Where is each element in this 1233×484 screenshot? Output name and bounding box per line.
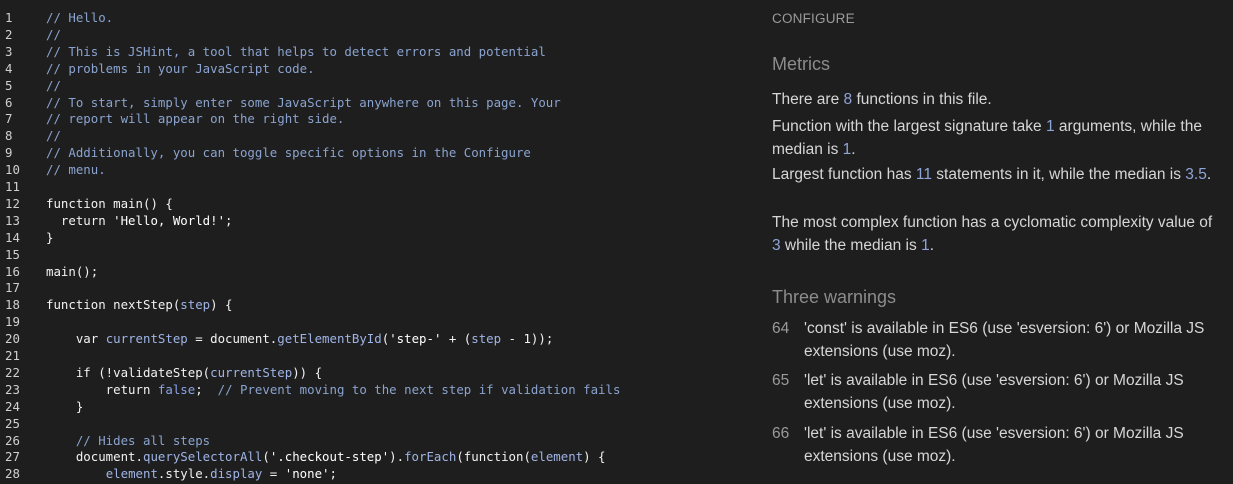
code-text[interactable]: return false; // Prevent moving to the n… bbox=[46, 381, 621, 398]
line-number: 13 bbox=[5, 212, 20, 228]
code-text[interactable]: function main() { bbox=[46, 195, 173, 212]
warning-line-number: 64 bbox=[772, 320, 790, 337]
code-line[interactable]: 12 function main() { bbox=[0, 195, 760, 212]
code-text[interactable]: } bbox=[46, 398, 83, 415]
warning-line-number: 66 bbox=[772, 425, 790, 442]
report-panel: CONFIGURE Metrics There are 8 functions … bbox=[772, 0, 1222, 484]
code-text[interactable]: } bbox=[46, 229, 53, 246]
line-number: 26 bbox=[5, 432, 20, 448]
metrics-heading: Metrics bbox=[772, 54, 830, 74]
code-line[interactable]: 9 // Additionally, you can toggle specifi… bbox=[0, 144, 760, 161]
line-number: 23 bbox=[5, 381, 20, 397]
warning-item[interactable]: 64 'const' is available in ES6 (use 'esve… bbox=[772, 317, 1217, 365]
code-text[interactable]: // Hides all steps bbox=[46, 432, 210, 449]
line-number: 2 bbox=[5, 26, 13, 42]
line-number: 15 bbox=[5, 246, 20, 262]
warning-text: 'let' is available in ES6 (use 'esversio… bbox=[804, 425, 1184, 465]
line-number: 18 bbox=[5, 297, 20, 313]
code-text[interactable]: main(); bbox=[46, 263, 98, 280]
line-number: 22 bbox=[5, 364, 20, 380]
code-line[interactable]: 8 // bbox=[0, 127, 760, 144]
code-line[interactable]: 15 bbox=[0, 246, 760, 263]
code-text[interactable]: // bbox=[46, 127, 61, 144]
code-line[interactable]: 27 document.querySelectorAll('.checkout-… bbox=[0, 448, 760, 465]
metric-item: Function with the largest signature take… bbox=[772, 118, 1202, 158]
code-line[interactable]: 5 // bbox=[0, 77, 760, 94]
code-line[interactable]: 2 // bbox=[0, 26, 760, 43]
code-line[interactable]: 13 return 'Hello, World!'; bbox=[0, 212, 760, 229]
line-number: 24 bbox=[5, 398, 20, 414]
code-line[interactable]: 19 bbox=[0, 313, 760, 330]
code-text[interactable]: // To start, simply enter some JavaScrip… bbox=[46, 94, 561, 111]
code-text[interactable]: return 'Hello, World!'; bbox=[46, 212, 233, 229]
code-line[interactable]: 23 return false; // Prevent moving to th… bbox=[0, 381, 760, 398]
code-line[interactable]: 17 bbox=[0, 279, 760, 296]
code-text[interactable]: // problems in your JavaScript code. bbox=[46, 60, 315, 77]
line-number: 7 bbox=[5, 111, 13, 127]
warnings-heading: Three warnings bbox=[772, 287, 897, 307]
code-line[interactable]: 14} bbox=[0, 229, 760, 246]
line-number: 8 bbox=[5, 128, 13, 144]
code-line[interactable]: 21 bbox=[0, 347, 760, 364]
code-text[interactable]: var currentStep = document.getElementByI… bbox=[46, 330, 553, 347]
configure-menu[interactable]: CONFIGURE bbox=[772, 11, 855, 26]
line-number: 6 bbox=[5, 94, 13, 110]
code-line[interactable]: 1 // Hello. bbox=[0, 9, 760, 26]
code-line[interactable]: 3 // This is JSHint, a tool that helps to… bbox=[0, 43, 760, 60]
code-line[interactable]: 25 bbox=[0, 415, 760, 432]
line-number: 17 bbox=[5, 280, 20, 296]
code-text[interactable]: // This is JSHint, a tool that helps to … bbox=[46, 43, 546, 60]
code-line[interactable]: 11 bbox=[0, 178, 760, 195]
code-editor[interactable]: 1 // Hello. 2 // 3 // This is JSHint, a tool … bbox=[0, 0, 760, 484]
code-line[interactable]: 18 function nextStep(step) { bbox=[0, 296, 760, 313]
code-text[interactable]: // bbox=[46, 26, 61, 43]
code-text[interactable]: element.style.display = 'none'; bbox=[46, 465, 337, 482]
code-text[interactable]: // bbox=[46, 77, 61, 94]
code-line[interactable]: 7 // report will appear on the right side… bbox=[0, 110, 760, 127]
line-number: 1 bbox=[5, 10, 13, 25]
warning-item[interactable]: 65 'let' is available in ES6 (use 'esvers… bbox=[772, 369, 1217, 417]
line-number: 21 bbox=[5, 348, 20, 363]
line-number: 25 bbox=[5, 415, 20, 431]
line-number: 19 bbox=[5, 314, 20, 330]
line-number: 10 bbox=[5, 162, 20, 178]
warning-line-number: 65 bbox=[772, 372, 790, 389]
code-text[interactable]: // Hello. bbox=[46, 9, 113, 26]
code-text[interactable]: function nextStep(step) { bbox=[46, 296, 233, 313]
line-number: 27 bbox=[5, 449, 20, 465]
line-number: 16 bbox=[5, 263, 20, 279]
code-text[interactable]: // Additionally, you can toggle specific… bbox=[46, 144, 531, 161]
warning-item[interactable]: 66 'let' is available in ES6 (use 'esvers… bbox=[772, 422, 1217, 470]
code-line[interactable]: 16 main(); bbox=[0, 263, 760, 280]
code-line[interactable]: 26 // Hides all steps bbox=[0, 432, 760, 449]
code-line[interactable]: 22 if (!validateStep(currentStep)) { bbox=[0, 364, 760, 381]
line-number: 14 bbox=[5, 229, 20, 245]
line-number: 12 bbox=[5, 195, 20, 211]
code-line[interactable]: 24 } bbox=[0, 398, 760, 415]
metric-item: Largest function has 11 statements in it… bbox=[772, 166, 1212, 183]
line-number: 11 bbox=[5, 179, 20, 194]
metric-item: The most complex function has a cyclomat… bbox=[772, 214, 1213, 254]
code-text[interactable]: if (!validateStep(currentStep)) { bbox=[46, 364, 322, 381]
line-number: 4 bbox=[5, 60, 13, 76]
code-text[interactable]: // report will appear on the right side. bbox=[46, 110, 344, 127]
code-line[interactable]: 10 // menu. bbox=[0, 161, 760, 178]
code-line[interactable]: 6 // To start, simply enter some JavaScri… bbox=[0, 94, 760, 111]
line-number: 5 bbox=[5, 77, 13, 93]
line-number: 20 bbox=[5, 331, 20, 347]
code-line[interactable]: 28 element.style.display = 'none'; bbox=[0, 465, 760, 482]
code-line[interactable]: 20 var currentStep = document.getElement… bbox=[0, 330, 760, 347]
warning-text: 'const' is available in ES6 (use 'esvers… bbox=[804, 320, 1205, 360]
code-text[interactable]: // menu. bbox=[46, 161, 106, 178]
warning-text: 'let' is available in ES6 (use 'esversio… bbox=[804, 372, 1184, 412]
line-number: 3 bbox=[5, 43, 13, 59]
metric-item: There are 8 functions in this file. bbox=[772, 91, 992, 108]
line-number: 28 bbox=[5, 466, 20, 482]
code-line[interactable]: 4 // problems in your JavaScript code. bbox=[0, 60, 760, 77]
code-text[interactable]: document.querySelectorAll('.checkout-ste… bbox=[46, 448, 606, 465]
line-number: 9 bbox=[5, 145, 13, 161]
